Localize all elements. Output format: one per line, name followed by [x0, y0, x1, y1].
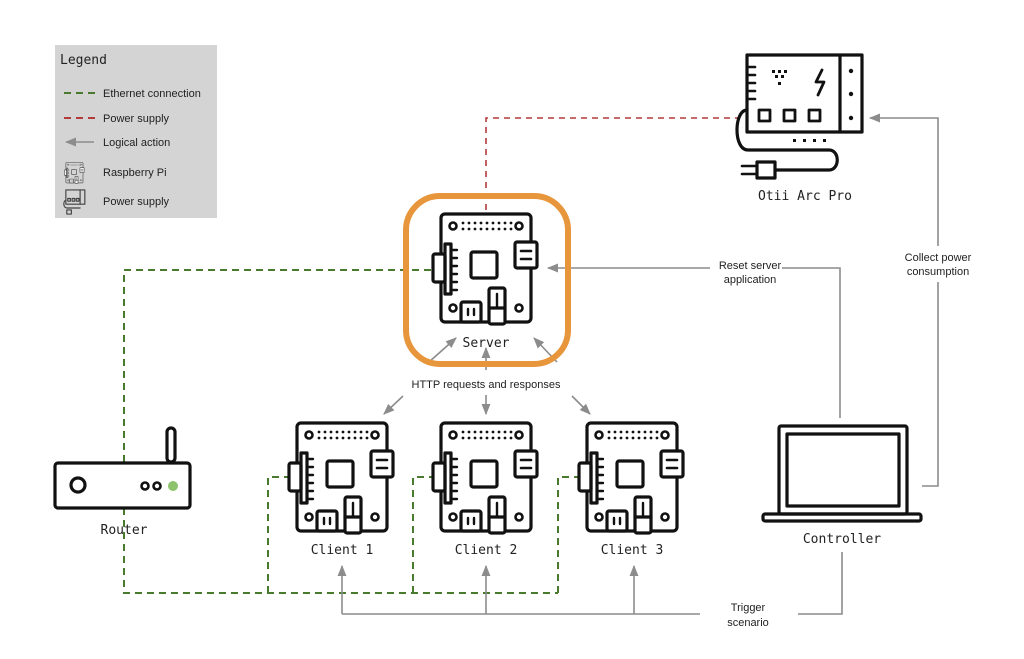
laptop-icon [761, 424, 923, 523]
trigger-scenario-label-line2: scenario [727, 617, 769, 629]
router-node[interactable]: Router [53, 426, 192, 538]
client-2-label: Client 2 [455, 543, 518, 558]
client-3-node[interactable]: Client 3 [577, 421, 685, 558]
client-3-label: Client 3 [601, 543, 664, 558]
collect-power-arrow [868, 113, 939, 246]
legend-logical-label: Logical action [103, 137, 170, 149]
http-arrow-client1 [383, 395, 404, 415]
router-label: Router [101, 523, 148, 538]
server-node[interactable]: Server [403, 193, 571, 367]
collect-power-label-line2: consumption [907, 266, 969, 278]
ethernet-client3 [557, 476, 580, 593]
ethernet-client1 [267, 476, 290, 593]
client-1-node[interactable]: Client 1 [287, 421, 395, 558]
ethernet-client2 [412, 476, 434, 593]
http-arrow-client3 [571, 395, 591, 415]
http-label: HTTP requests and responses [412, 379, 561, 391]
reset-line-vertical [782, 267, 841, 418]
trigger-line-right [798, 552, 843, 615]
controller-node[interactable]: Controller [761, 424, 923, 547]
collect-line-lower [922, 282, 939, 487]
otii-arc-pro-node[interactable]: Otii Arc Pro [735, 53, 864, 204]
server-label: Server [463, 336, 510, 351]
legend-power-supply-label: Power supply [103, 196, 170, 208]
raspberry-pi-icon [431, 212, 539, 326]
legend-raspberry-pi-label: Raspberry Pi [103, 167, 167, 179]
controller-label: Controller [803, 532, 881, 547]
legend: Legend Ethernet connection Power supply … [55, 45, 217, 218]
power-supply-icon [735, 53, 864, 180]
trigger-scenario-label-line1: Trigger [731, 602, 766, 614]
raspberry-pi-icon [431, 421, 539, 535]
reset-server-label-line2: application [724, 274, 777, 286]
raspberry-pi-icon [577, 421, 685, 535]
legend-background [55, 45, 217, 218]
client-2-node[interactable]: Client 2 [431, 421, 539, 558]
client-1-label: Client 1 [311, 543, 374, 558]
legend-title: Legend [60, 53, 107, 68]
http-arrow-server-left [428, 337, 457, 363]
router-status-led [168, 481, 178, 491]
architecture-diagram: Legend Ethernet connection Power supply … [53, 45, 972, 629]
otii-arc-pro-label: Otii Arc Pro [758, 189, 852, 204]
collect-power-label-line1: Collect power [905, 252, 972, 264]
router-icon [53, 426, 192, 510]
reset-server-label-line1: Reset server [719, 260, 782, 272]
legend-power-label: Power supply [103, 113, 170, 125]
raspberry-pi-icon [287, 421, 395, 535]
legend-ethernet-label: Ethernet connection [103, 88, 201, 100]
